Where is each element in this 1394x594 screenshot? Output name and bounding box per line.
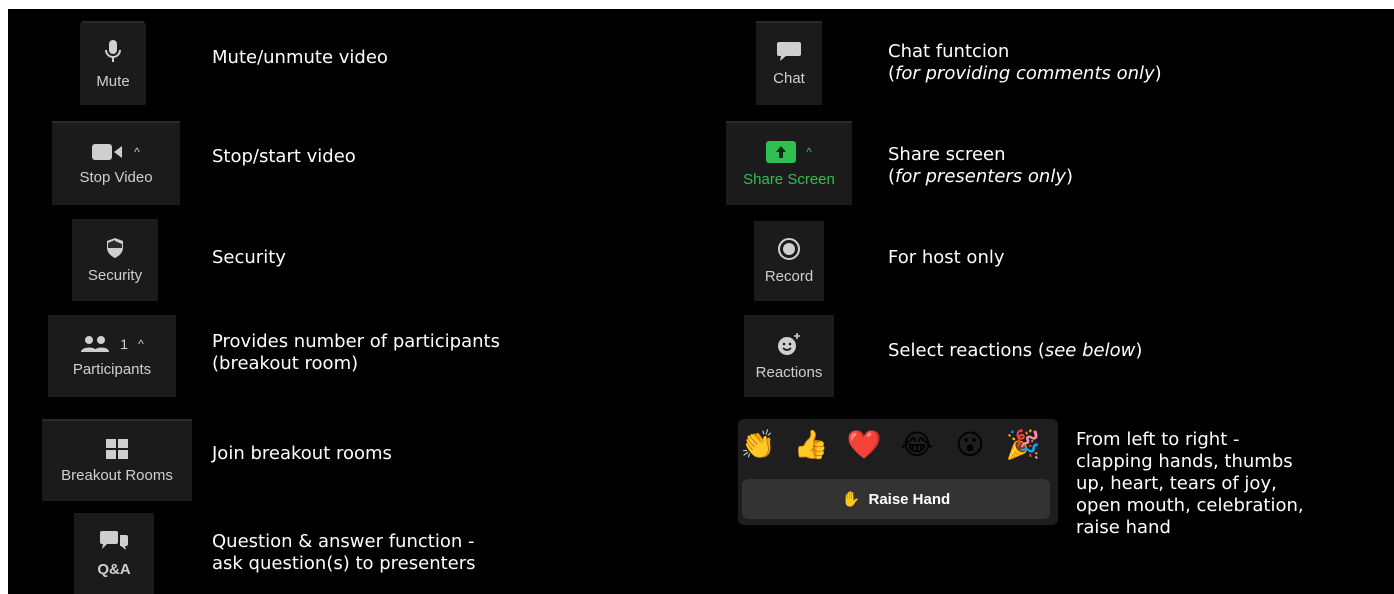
mute-description: Mute/unmute video [212, 47, 388, 68]
raise-hand-icon: ✋ [841, 491, 861, 508]
chevron-up-icon[interactable]: ^ [138, 337, 144, 351]
qa-description: Question & answer function - ask questio… [212, 531, 476, 575]
reactions-legend-description: From left to right - clapping hands, thu… [1076, 429, 1304, 539]
clapping-hands-emoji[interactable]: 👏 [740, 427, 776, 463]
mute-label: Mute [96, 72, 130, 90]
raise-hand-button[interactable]: ✋ Raise Hand [742, 479, 1050, 519]
chat-desc-line1: Chat funtcion [888, 41, 1010, 62]
breakout-rooms-label: Breakout Rooms [61, 466, 173, 484]
share-screen-button[interactable]: ^ Share Screen [726, 123, 852, 205]
share-desc-line2: (for presenters only) [888, 166, 1074, 187]
chat-desc-line2: (for providing comments only) [888, 63, 1162, 84]
reactions-button[interactable]: Reactions [744, 315, 834, 397]
share-arrow-icon [766, 140, 797, 163]
breakout-rooms-button[interactable]: Breakout Rooms [42, 421, 192, 501]
stop-video-description: Stop/start video [212, 146, 356, 167]
reactions-desc-line: raise hand [1076, 517, 1171, 538]
qa-button[interactable]: Q&A [74, 513, 154, 594]
share-screen-label: Share Screen [743, 170, 835, 188]
tears-of-joy-emoji[interactable]: 😂 [899, 427, 935, 463]
participants-desc-line2: (breakout room) [212, 353, 359, 374]
qa-desc-line1: Question & answer function - [212, 531, 475, 552]
reactions-desc-line: clapping hands, thumbs [1076, 451, 1293, 472]
record-icon [778, 237, 800, 260]
record-description: For host only [888, 247, 1005, 268]
reactions-description: Select reactions (see below) [888, 340, 1143, 361]
security-button[interactable]: Security [72, 219, 158, 301]
raise-hand-label: Raise Hand [868, 490, 951, 508]
security-description: Security [212, 247, 286, 268]
participants-button[interactable]: 1 ^ Participants [48, 315, 176, 397]
record-button[interactable]: Record [754, 221, 824, 301]
reactions-desc-line: From left to right - [1076, 429, 1240, 450]
shield-icon [105, 237, 125, 259]
microphone-icon [103, 39, 123, 65]
security-label: Security [87, 266, 143, 284]
chevron-up-icon[interactable]: ^ [806, 145, 812, 159]
reactions-panel: 👏 👍 ❤️ 😂 😮 🎉 ✋ Raise Hand [738, 419, 1058, 525]
participants-desc-line1: Provides number of participants [212, 331, 500, 352]
chevron-up-icon[interactable]: ^ [134, 145, 140, 159]
grid-icon [106, 438, 128, 459]
reactions-desc-line: open mouth, celebration, [1076, 495, 1304, 516]
chat-description: Chat funtcion (for providing comments on… [888, 41, 1162, 85]
zoom-controls-legend: Mute Mute/unmute video ^ Stop Video Stop… [8, 9, 1394, 594]
participants-label: Participants [72, 360, 152, 378]
qa-bubbles-icon [100, 530, 128, 553]
celebration-emoji[interactable]: 🎉 [1005, 427, 1041, 463]
qa-desc-line2: ask question(s) to presenters [212, 553, 476, 574]
reactions-label: Reactions [755, 363, 823, 381]
participant-count: 1 [120, 335, 129, 352]
chat-button[interactable]: Chat [756, 23, 822, 105]
thumbs-up-emoji[interactable]: 👍 [793, 427, 829, 463]
qa-label: Q&A [97, 560, 131, 578]
reactions-desc-line: up, heart, tears of joy, [1076, 473, 1277, 494]
smiley-plus-icon [777, 332, 801, 356]
chat-bubble-icon [777, 41, 801, 62]
stop-video-label: Stop Video [79, 168, 153, 186]
heart-emoji[interactable]: ❤️ [846, 427, 882, 463]
mute-button[interactable]: Mute [80, 23, 146, 105]
breakout-rooms-description: Join breakout rooms [212, 443, 392, 464]
stop-video-button[interactable]: ^ Stop Video [52, 123, 180, 205]
share-desc-line1: Share screen [888, 144, 1006, 165]
participants-icon [80, 335, 110, 353]
chat-label: Chat [773, 69, 805, 87]
participants-description: Provides number of participants (breakou… [212, 331, 500, 375]
video-camera-icon [92, 143, 124, 161]
open-mouth-emoji[interactable]: 😮 [952, 427, 988, 463]
record-label: Record [764, 267, 814, 285]
share-screen-description: Share screen (for presenters only) [888, 144, 1073, 188]
